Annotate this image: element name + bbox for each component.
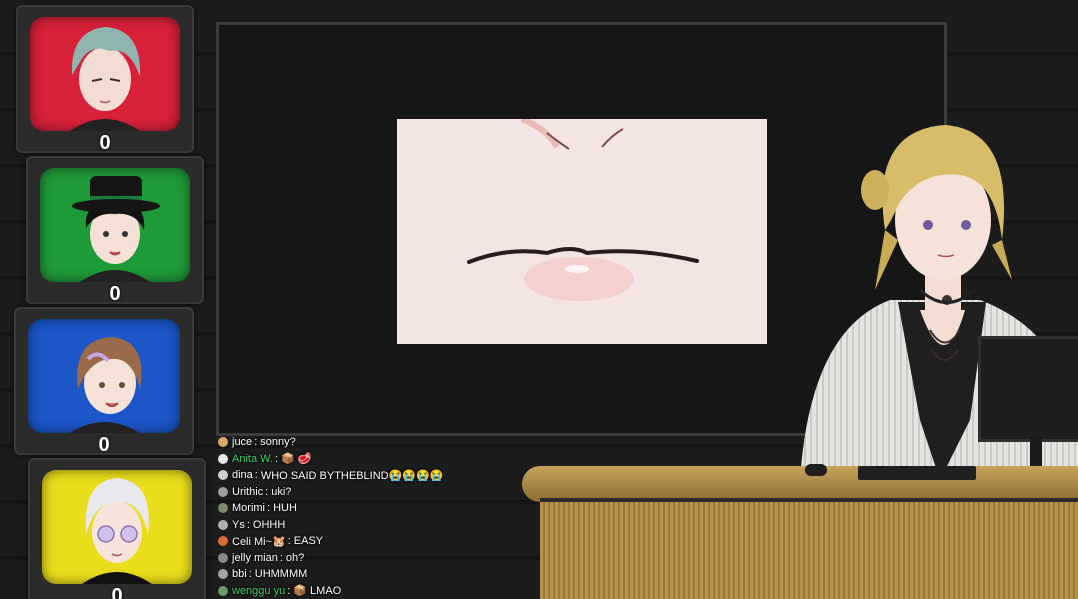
contestant-score-yellow: 0 xyxy=(111,585,123,599)
avatar-black-hat xyxy=(72,176,160,282)
chat-message: bbi: UHMMMM xyxy=(218,566,518,583)
chat-username: Ys xyxy=(232,518,245,531)
chat-text: HUH xyxy=(273,502,297,515)
chat-username: bbi xyxy=(232,568,247,581)
chat-text: EASY xyxy=(293,535,324,548)
contestant-screen-yellow xyxy=(42,470,192,584)
chat-text: sonny? xyxy=(260,436,296,449)
contestant-score-red: 0 xyxy=(99,132,111,154)
contestant-monitor-blue: 0 xyxy=(14,307,194,456)
contestant-monitor-green: 0 xyxy=(26,156,204,305)
chat-message: wenggu yu: 📦 LMAO xyxy=(218,583,518,599)
chat-username: dina xyxy=(232,469,253,482)
contestant-score-green: 0 xyxy=(109,283,121,305)
chat-user-avatar-icon xyxy=(218,552,228,563)
host-desk-top xyxy=(522,466,1078,502)
keyboard xyxy=(858,466,976,480)
chat-user-avatar-icon xyxy=(218,470,228,481)
chat-username: Anita W. xyxy=(232,452,273,465)
chat-text: UHMMMM xyxy=(254,568,308,581)
chat-user-avatar-icon xyxy=(218,585,228,596)
closeup-face-illustration xyxy=(397,119,767,344)
chat-username: juce xyxy=(232,436,253,449)
contestant-screen-green xyxy=(40,168,190,282)
avatar-white-hair xyxy=(82,478,152,584)
contestant-monitor-yellow: 0 xyxy=(28,458,206,599)
contestant-monitor-red: 0 xyxy=(16,5,194,154)
chat-username: Urithic xyxy=(232,485,264,498)
chat-text: WHO SAID BYTHEBLIND😭😭😭😭 xyxy=(260,469,444,482)
chat-overlay: juce: sonny? Anita W.: 📦 🥩 dina: WHO SAID B… xyxy=(218,434,518,599)
stream-scene: 0 0 0 0 juce: sonny? Anita W.: 📦 🥩 din… xyxy=(0,0,1078,599)
chat-user-avatar-icon xyxy=(218,519,228,530)
chat-user-avatar-icon xyxy=(218,437,228,448)
chat-user-avatar-icon xyxy=(218,569,228,580)
avatar-brown-hair xyxy=(70,337,142,433)
chat-text: 📦 🥩 xyxy=(281,453,312,466)
chat-message: Celi Mi~🐹: EASY xyxy=(218,533,518,550)
chat-text: OHHH xyxy=(252,518,286,531)
chat-text: uki? xyxy=(271,485,292,498)
chat-user-avatar-icon xyxy=(218,536,228,547)
chat-message: Ys: OHHH xyxy=(218,517,518,534)
chat-username: Morimi xyxy=(232,502,265,515)
chat-message: Urithic: uki? xyxy=(218,484,518,501)
mouse xyxy=(805,464,827,476)
chat-message: juce: sonny? xyxy=(218,434,518,451)
chat-user-avatar-icon xyxy=(218,486,228,497)
chat-user-avatar-icon xyxy=(218,453,228,464)
chat-message: Morimi: HUH xyxy=(218,500,518,517)
contestant-screen-blue xyxy=(28,319,180,433)
host-desk-front xyxy=(540,498,1078,599)
quiz-image-closeup xyxy=(397,119,767,344)
chat-username: wenggu yu xyxy=(232,584,286,597)
chat-text: 📦 LMAO xyxy=(293,585,342,598)
avatar-silver-hair xyxy=(70,27,141,131)
chat-username: jelly mian xyxy=(232,551,278,564)
chat-message: dina: WHO SAID BYTHEBLIND😭😭😭😭 xyxy=(218,467,518,484)
contestant-score-blue: 0 xyxy=(98,434,110,456)
contestant-screen-red xyxy=(30,17,180,131)
desk-monitor xyxy=(978,336,1078,442)
chat-user-avatar-icon xyxy=(218,503,228,514)
chat-message: jelly mian: oh? xyxy=(218,550,518,567)
chat-text: oh? xyxy=(285,551,305,564)
chat-username: Celi Mi~🐹 xyxy=(232,535,286,548)
chat-message: Anita W.: 📦 🥩 xyxy=(218,451,518,468)
